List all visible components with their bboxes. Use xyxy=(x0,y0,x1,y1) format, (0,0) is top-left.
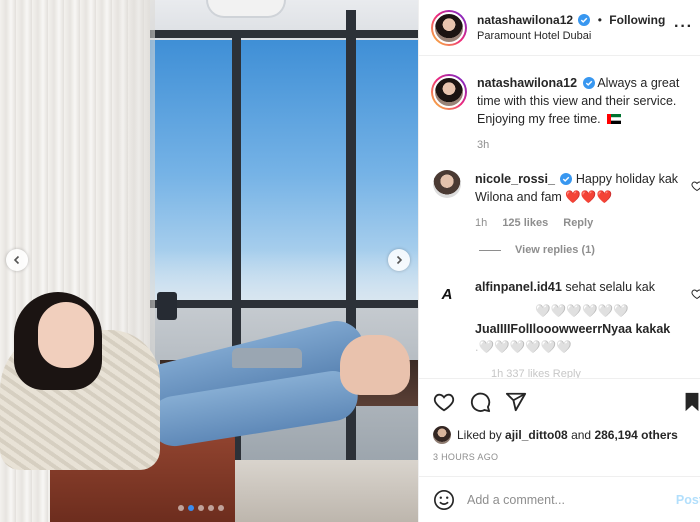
caption-time[interactable]: 3h xyxy=(477,139,489,151)
caption-avatar[interactable] xyxy=(431,74,467,110)
carousel-next-button[interactable] xyxy=(388,249,410,271)
comment-icon[interactable] xyxy=(469,391,491,413)
comment-item: nicole_rossi_ Happy holiday kak Wilona a… xyxy=(431,170,700,232)
likes-prefix: Liked by xyxy=(457,428,502,442)
view-replies-button[interactable]: View replies (1) xyxy=(479,244,595,256)
comment-like-heart-icon[interactable] xyxy=(691,288,700,300)
mug xyxy=(157,292,177,320)
commenter-username[interactable]: alfinpanel.id41 xyxy=(475,280,562,294)
post-location[interactable]: Paramount Hotel Dubai xyxy=(477,28,665,44)
author-avatar[interactable] xyxy=(431,9,467,46)
comment-text: sehat selalu kak xyxy=(565,280,655,294)
commenter-avatar[interactable] xyxy=(433,170,461,198)
bookmark-icon[interactable] xyxy=(681,391,700,413)
verified-badge-icon xyxy=(578,13,591,26)
caption-username[interactable]: natashawilona12 xyxy=(477,76,577,90)
likes-connector: and xyxy=(571,428,592,442)
caption: natashawilona12 Always a great time with… xyxy=(431,74,700,154)
carousel-dot xyxy=(218,505,224,511)
carousel-dot xyxy=(178,505,184,511)
handbag xyxy=(232,348,302,368)
share-icon[interactable] xyxy=(505,391,527,413)
comment-meta-cutoff: 1h 337 likes Reply xyxy=(491,368,581,378)
alfin-logo-icon: A xyxy=(441,285,453,303)
comment-text-line: 🤍🤍🤍🤍🤍🤍 xyxy=(535,304,629,318)
separator-dot: • xyxy=(597,12,602,27)
emoji-icon[interactable] xyxy=(433,489,455,511)
carousel-dot xyxy=(198,505,204,511)
commenter-username[interactable]: nicole_rossi_ xyxy=(475,172,555,186)
person-face xyxy=(38,302,94,368)
liker-username[interactable]: ajil_ditto08 xyxy=(505,428,568,442)
following-button[interactable]: Following xyxy=(609,13,665,27)
comment-text-line: .🤍🤍🤍🤍🤍🤍 xyxy=(475,340,572,354)
ceiling-light xyxy=(206,0,286,18)
comment-text-line: JuaIIIIFolIlooowweerrNyaa kakak xyxy=(475,322,671,336)
carousel-dots xyxy=(178,505,224,511)
carousel-dot xyxy=(188,505,194,511)
author-username[interactable]: natashawilona12 xyxy=(477,13,573,27)
heart-icon[interactable] xyxy=(433,391,455,413)
window-frame xyxy=(140,30,418,38)
post-comment-button[interactable]: Post xyxy=(676,493,700,507)
comment-item: A alfinpanel.id41 sehat selalu kak 🤍🤍🤍🤍🤍… xyxy=(431,278,700,356)
reply-button[interactable]: Reply xyxy=(563,217,593,229)
action-bar xyxy=(419,378,700,424)
post-photo xyxy=(0,0,418,522)
post-sidebar: natashawilona12 • Following Paramount Ho… xyxy=(418,0,700,522)
carousel-dot xyxy=(208,505,214,511)
window-frame xyxy=(140,300,418,308)
add-comment-bar: Post xyxy=(419,476,700,522)
verified-badge-icon xyxy=(582,77,595,89)
carousel-prev-button[interactable] xyxy=(6,249,28,271)
uae-flag-icon xyxy=(607,114,622,124)
likes-summary: Liked by ajil_ditto08 and 286,194 others xyxy=(433,426,678,444)
replies-line xyxy=(479,249,501,251)
liker-avatar[interactable] xyxy=(433,426,451,444)
comment-time[interactable]: 1h xyxy=(475,217,487,229)
more-options-icon[interactable]: ··· xyxy=(674,18,693,36)
comment-input[interactable] xyxy=(467,492,667,507)
chevron-right-icon xyxy=(396,255,403,265)
verified-badge-icon xyxy=(560,173,573,185)
chevron-left-icon xyxy=(13,255,20,265)
comment-emoji: ❤️❤️❤️ xyxy=(565,190,613,204)
person-feet xyxy=(340,335,410,395)
commenter-avatar[interactable]: A xyxy=(431,278,463,310)
likes-others[interactable]: 286,194 others xyxy=(594,428,677,442)
view-replies-label: View replies (1) xyxy=(515,244,595,256)
post-time-ago[interactable]: 3 HOURS AGO xyxy=(433,452,498,462)
comment-likes[interactable]: 125 likes xyxy=(502,217,548,229)
comment-like-heart-icon[interactable] xyxy=(691,180,700,192)
comments-section: natashawilona12 Always a great time with… xyxy=(419,56,700,378)
post-header: natashawilona12 • Following Paramount Ho… xyxy=(419,0,700,56)
